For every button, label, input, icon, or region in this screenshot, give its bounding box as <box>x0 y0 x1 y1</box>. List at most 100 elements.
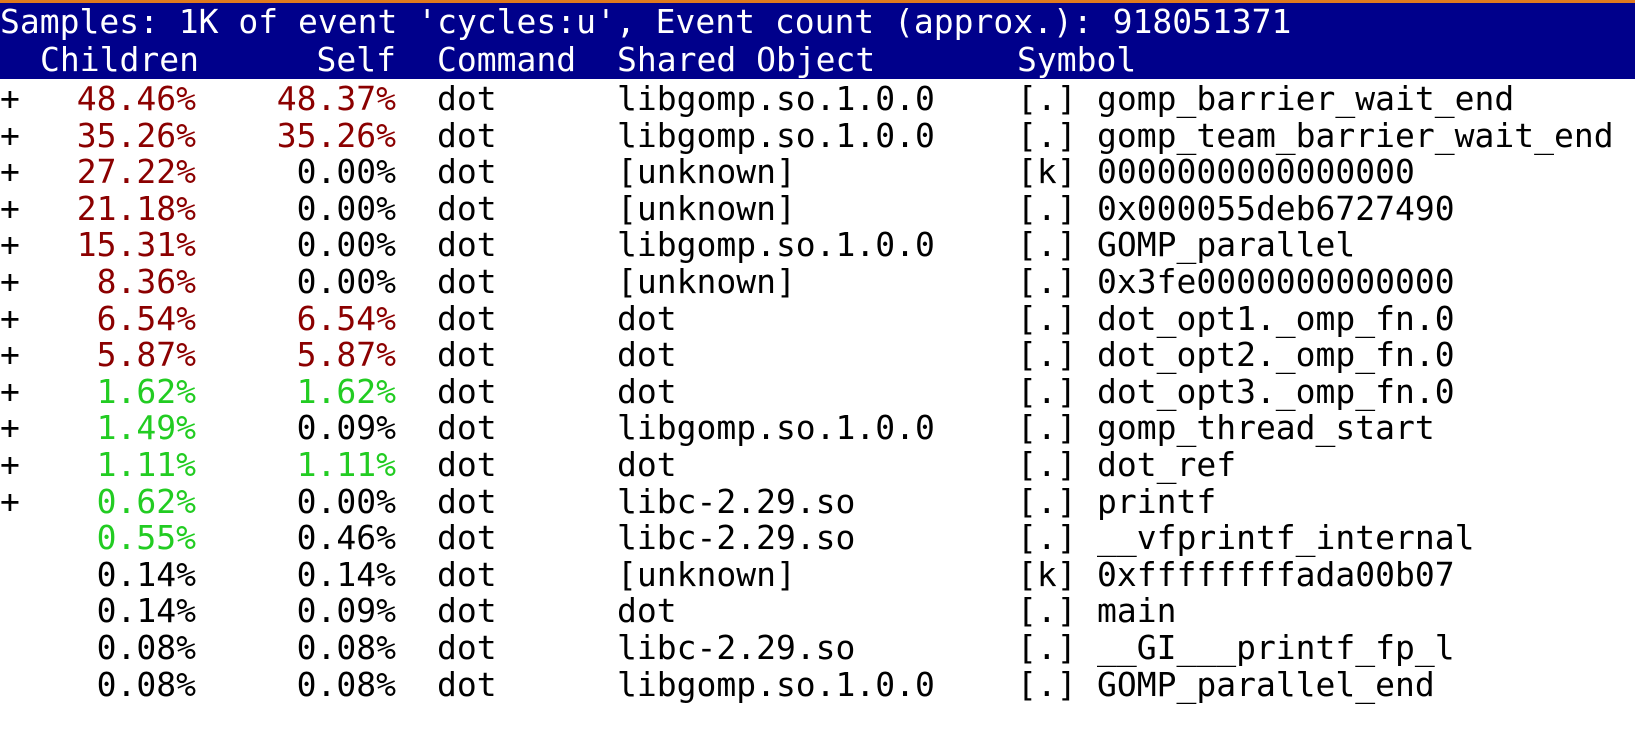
table-row[interactable]: +1.49% 0.09% dot libgomp.so.1.0.0 [.] gomp_th… <box>0 409 1635 447</box>
expand-toggle[interactable]: + <box>0 263 20 301</box>
self-percent: 1.62% <box>296 371 396 411</box>
table-row[interactable]: +15.31% 0.00% dot libgomp.so.1.0.0 [.] GOMP_p… <box>0 226 1635 264</box>
command-cell: dot <box>437 225 497 265</box>
event-summary: Samples: 1K of event 'cycles:u', Event c… <box>0 2 1292 41</box>
shared-object-cell: libgomp.so.1.0.0 <box>617 115 935 155</box>
expand-toggle[interactable]: + <box>0 409 20 447</box>
expand-toggle[interactable]: + <box>0 482 20 521</box>
command-cell: dot <box>437 445 497 484</box>
command-cell: dot <box>437 664 497 704</box>
command-cell: dot <box>437 518 497 558</box>
symbol-cell: gomp_team_barrier_wait_end <box>1097 115 1614 155</box>
symbol-cell: 0000000000000000 <box>1097 152 1415 192</box>
command-cell: dot <box>437 628 497 667</box>
command-cell: dot <box>437 115 497 155</box>
privilege-level-cell: [k] <box>1017 554 1077 594</box>
shared-object-cell: libgomp.so.1.0.0 <box>617 225 935 265</box>
privilege-level-cell: [.] <box>1017 188 1077 228</box>
table-row[interactable]: +5.87% 5.87% dot dot [.] dot_opt2._omp_fn.0 <box>0 336 1635 374</box>
shared-object-cell: libc-2.29.so <box>617 481 856 521</box>
expand-toggle[interactable]: + <box>0 446 20 484</box>
table-row[interactable]: +48.46% 48.37% dot libgomp.so.1.0.0 [.] gomp_… <box>0 80 1635 118</box>
children-percent: 0.08% <box>96 628 196 667</box>
symbol-cell: dot_opt3._omp_fn.0 <box>1097 371 1455 411</box>
expand-toggle[interactable]: + <box>0 336 20 374</box>
shared-object-cell: [unknown] <box>617 554 796 594</box>
command-cell: dot <box>437 262 497 301</box>
command-cell: dot <box>437 298 497 338</box>
children-percent: 27.22% <box>76 152 196 192</box>
expand-toggle[interactable]: + <box>0 372 20 411</box>
symbol-cell: main <box>1097 591 1177 631</box>
column-header-shared-object[interactable]: Shared Object <box>617 41 875 79</box>
command-cell: dot <box>437 188 497 228</box>
children-percent: 0.14% <box>96 591 196 631</box>
expand-toggle[interactable]: + <box>0 189 20 228</box>
self-percent: 0.00% <box>296 481 396 521</box>
expand-toggle[interactable]: + <box>0 299 20 338</box>
shared-object-cell: [unknown] <box>617 152 796 192</box>
children-percent: 21.18% <box>76 188 196 228</box>
self-percent: 0.00% <box>296 188 396 228</box>
self-percent: 0.09% <box>296 591 396 631</box>
expand-toggle[interactable]: + <box>0 80 20 118</box>
shared-object-cell: libc-2.29.so <box>617 628 856 667</box>
self-percent: 0.09% <box>296 408 396 448</box>
table-row[interactable]: +1.62% 1.62% dot dot [.] dot_opt3._omp_fn.0 <box>0 371 1635 411</box>
children-percent: 5.87% <box>96 335 196 375</box>
self-percent: 48.37% <box>276 79 396 118</box>
privilege-level-cell: [.] <box>1017 262 1077 301</box>
column-header-command[interactable]: Command <box>437 41 576 79</box>
symbol-cell: __GI___printf_fp_l <box>1097 628 1455 667</box>
shared-object-cell: dot <box>617 445 677 484</box>
children-percent: 48.46% <box>76 79 196 118</box>
table-row[interactable]: 0.14% 0.14% dot [unknown] [k] 0xffffffffada00… <box>0 554 1635 594</box>
command-cell: dot <box>437 591 497 631</box>
self-percent: 0.00% <box>296 225 396 265</box>
symbol-cell: 0x3fe0000000000000 <box>1097 262 1455 301</box>
table-row[interactable]: 0.08% 0.08% dot libgomp.so.1.0.0 [.] GOMP_par… <box>0 664 1635 704</box>
children-percent: 15.31% <box>76 225 196 265</box>
children-percent: 1.62% <box>96 371 196 411</box>
table-row[interactable]: +6.54% 6.54% dot dot [.] dot_opt1._omp_fn.0 <box>0 298 1635 338</box>
privilege-level-cell: [.] <box>1017 79 1077 118</box>
command-cell: dot <box>437 554 497 594</box>
command-cell: dot <box>437 371 497 411</box>
table-row[interactable]: +21.18% 0.00% dot [unknown] [.] 0x000055deb67… <box>0 188 1635 228</box>
symbol-cell: dot_opt2._omp_fn.0 <box>1097 335 1455 375</box>
privilege-level-cell: [.] <box>1017 591 1077 631</box>
shared-object-cell: libgomp.so.1.0.0 <box>617 79 935 118</box>
column-header-self[interactable]: Self <box>240 41 396 79</box>
shared-object-cell: dot <box>617 298 677 338</box>
command-cell: dot <box>437 79 497 118</box>
table-row[interactable]: +27.22% 0.00% dot [unknown] [k] 0000000000000… <box>0 153 1635 191</box>
symbol-cell: __vfprintf_internal <box>1097 518 1475 558</box>
column-header-children[interactable]: Children <box>40 41 199 79</box>
expand-toggle[interactable]: + <box>0 116 20 155</box>
table-row[interactable]: +35.26% 35.26% dot libgomp.so.1.0.0 [.] gomp_… <box>0 115 1635 155</box>
privilege-level-cell: [.] <box>1017 664 1077 704</box>
self-percent: 6.54% <box>296 298 396 338</box>
table-row[interactable]: 0.08% 0.08% dot libc-2.29.so [.] __GI___print… <box>0 629 1635 667</box>
shared-object-cell: [unknown] <box>617 188 796 228</box>
table-row[interactable]: +8.36% 0.00% dot [unknown] [.] 0x3fe000000000… <box>0 263 1635 301</box>
self-percent: 35.26% <box>276 115 396 155</box>
table-row[interactable]: 0.14% 0.09% dot dot [.] main <box>0 592 1635 630</box>
children-percent: 35.26% <box>76 115 196 155</box>
table-row[interactable]: 0.55% 0.46% dot libc-2.29.so [.] __vfprintf_i… <box>0 519 1635 557</box>
expand-toggle[interactable]: + <box>0 226 20 264</box>
privilege-level-cell: [.] <box>1017 518 1077 558</box>
privilege-level-cell: [.] <box>1017 371 1077 411</box>
symbol-cell: GOMP_parallel <box>1097 225 1356 265</box>
privilege-level-cell: [.] <box>1017 445 1077 484</box>
table-row[interactable]: +0.62% 0.00% dot libc-2.29.so [.] printf <box>0 481 1635 521</box>
privilege-level-cell: [.] <box>1017 628 1077 667</box>
expand-toggle[interactable]: + <box>0 153 20 191</box>
table-row[interactable]: +1.11% 1.11% dot dot [.] dot_ref <box>0 446 1635 484</box>
shared-object-cell: libgomp.so.1.0.0 <box>617 664 935 704</box>
children-percent: 0.14% <box>96 554 196 594</box>
self-percent: 0.08% <box>296 628 396 667</box>
column-header-symbol[interactable]: Symbol <box>1017 41 1136 79</box>
command-cell: dot <box>437 152 497 192</box>
column-header-row: Children Self Command Shared Object Symb… <box>0 41 1635 79</box>
